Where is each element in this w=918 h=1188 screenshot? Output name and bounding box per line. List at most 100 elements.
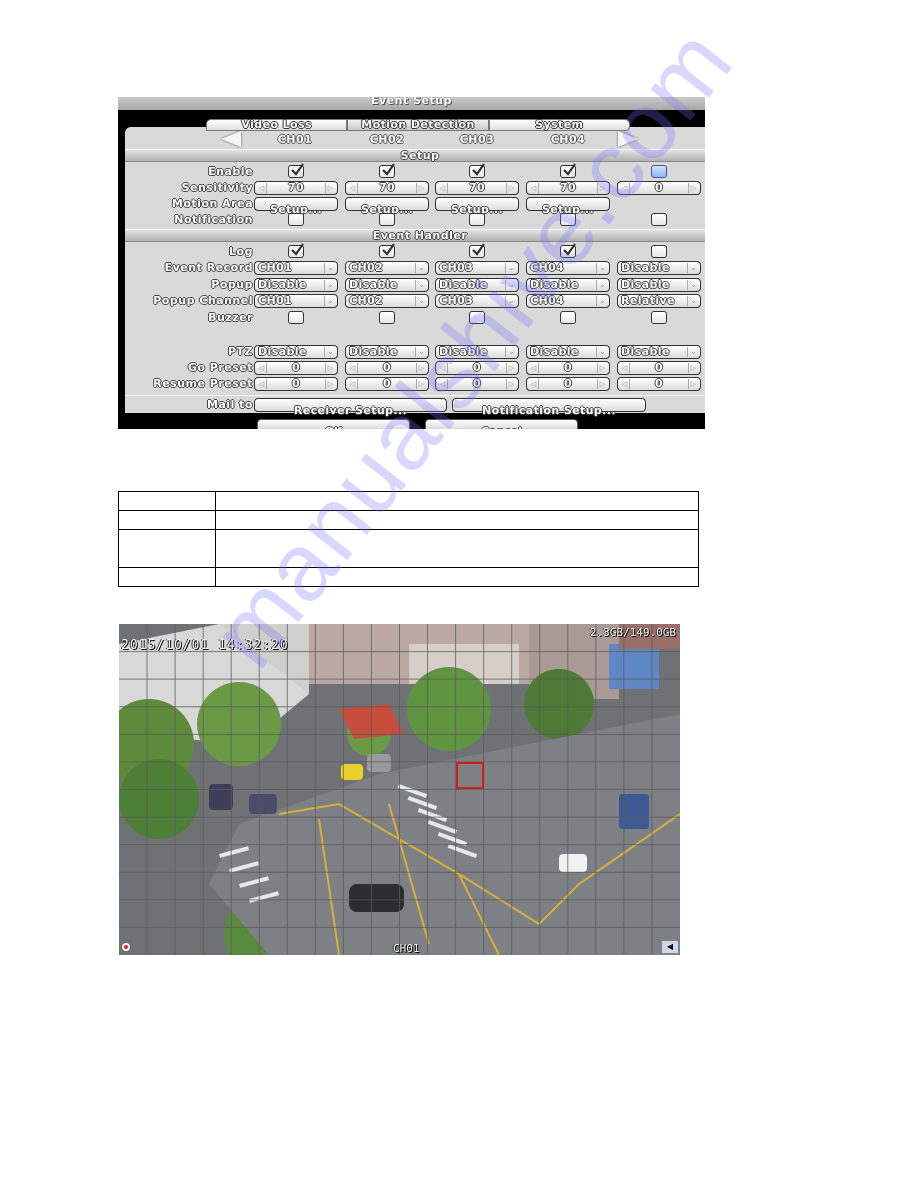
- decrement-arrow-icon[interactable]: ◁: [438, 183, 448, 193]
- motion-area-setup-button[interactable]: Setup...: [254, 197, 338, 216]
- notification-setup-button[interactable]: Notification Setup...: [452, 398, 646, 417]
- ok-button[interactable]: OK: [257, 419, 410, 429]
- tab-system[interactable]: System: [488, 119, 630, 131]
- decrement-arrow-icon[interactable]: ◁: [620, 379, 630, 389]
- enable-checkbox[interactable]: [651, 165, 667, 178]
- notification-checkbox[interactable]: [288, 213, 304, 226]
- go-preset-spinner[interactable]: ◁ 0 ▷: [345, 361, 429, 375]
- event-record-dropdown[interactable]: Disable ⌄: [617, 261, 701, 275]
- resume-preset-spinner[interactable]: ◁ 0 ▷: [345, 377, 429, 391]
- popup-channel-dropdown[interactable]: CH01 ⌄: [254, 294, 338, 308]
- decrement-arrow-icon[interactable]: ◁: [257, 183, 267, 193]
- increment-arrow-icon[interactable]: ▷: [688, 363, 698, 373]
- decrement-arrow-icon[interactable]: ◁: [620, 183, 630, 193]
- increment-arrow-icon[interactable]: ▷: [597, 379, 607, 389]
- buzzer-checkbox[interactable]: [560, 311, 576, 324]
- notification-checkbox[interactable]: [379, 213, 395, 226]
- notification-checkbox[interactable]: [651, 213, 667, 226]
- popup-channel-dropdown[interactable]: CH04 ⌄: [526, 294, 610, 308]
- go-preset-spinner[interactable]: ◁ 0 ▷: [526, 361, 610, 375]
- increment-arrow-icon[interactable]: ▷: [597, 363, 607, 373]
- increment-arrow-icon[interactable]: ▷: [506, 363, 516, 373]
- resume-preset-spinner[interactable]: ◁ 0 ▷: [435, 377, 519, 391]
- sensitivity-spinner[interactable]: ◁ 70 ▷: [254, 181, 338, 195]
- increment-arrow-icon[interactable]: ▷: [325, 363, 335, 373]
- decrement-arrow-icon[interactable]: ◁: [529, 363, 539, 373]
- collapse-arrow-icon[interactable]: ◀: [662, 941, 678, 953]
- popup-dropdown[interactable]: Disable ⌄: [526, 278, 610, 292]
- increment-arrow-icon[interactable]: ▷: [688, 183, 698, 193]
- event-record-dropdown[interactable]: CH02 ⌄: [345, 261, 429, 275]
- enable-checkbox[interactable]: [288, 163, 304, 178]
- increment-arrow-icon[interactable]: ▷: [506, 183, 516, 193]
- buzzer-checkbox[interactable]: [288, 311, 304, 324]
- decrement-arrow-icon[interactable]: ◁: [257, 379, 267, 389]
- increment-arrow-icon[interactable]: ▷: [325, 379, 335, 389]
- decrement-arrow-icon[interactable]: ◁: [529, 183, 539, 193]
- resume-preset-spinner[interactable]: ◁ 0 ▷: [526, 377, 610, 391]
- decrement-arrow-icon[interactable]: ◁: [438, 379, 448, 389]
- ptz-dropdown[interactable]: Disable ⌄: [254, 345, 338, 359]
- decrement-arrow-icon[interactable]: ◁: [257, 363, 267, 373]
- decrement-arrow-icon[interactable]: ◁: [348, 379, 358, 389]
- log-checkbox[interactable]: [469, 243, 485, 258]
- increment-arrow-icon[interactable]: ▷: [416, 379, 426, 389]
- log-checkbox[interactable]: [560, 243, 576, 258]
- log-checkbox[interactable]: [379, 243, 395, 258]
- motion-area-selection[interactable]: [455, 761, 484, 790]
- buzzer-checkbox[interactable]: [379, 311, 395, 324]
- enable-checkbox[interactable]: [560, 163, 576, 178]
- tab-video-loss[interactable]: Video Loss: [206, 119, 348, 131]
- sensitivity-spinner[interactable]: ◁ 70 ▷: [435, 181, 519, 195]
- decrement-arrow-icon[interactable]: ◁: [529, 379, 539, 389]
- event-record-dropdown[interactable]: CH03 ⌄: [435, 261, 519, 275]
- resume-preset-spinner[interactable]: ◁ 0 ▷: [617, 377, 701, 391]
- popup-dropdown[interactable]: Disable ⌄: [435, 278, 519, 292]
- decrement-arrow-icon[interactable]: ◁: [348, 363, 358, 373]
- popup-channel-dropdown[interactable]: CH02 ⌄: [345, 294, 429, 308]
- popup-channel-dropdown[interactable]: Relative ⌄: [617, 294, 701, 308]
- cancel-button[interactable]: Cancel: [425, 419, 578, 429]
- popup-dropdown[interactable]: Disable ⌄: [617, 278, 701, 292]
- enable-checkbox[interactable]: [469, 163, 485, 178]
- sensitivity-spinner[interactable]: ◁ 70 ▷: [526, 181, 610, 195]
- notification-checkbox[interactable]: [560, 213, 576, 226]
- increment-arrow-icon[interactable]: ▷: [325, 183, 335, 193]
- increment-arrow-icon[interactable]: ▷: [506, 379, 516, 389]
- popup-dropdown[interactable]: Disable ⌄: [345, 278, 429, 292]
- decrement-arrow-icon[interactable]: ◁: [438, 363, 448, 373]
- tab-motion-detection[interactable]: Motion Detection: [347, 119, 489, 131]
- buzzer-checkbox[interactable]: [651, 311, 667, 324]
- sensitivity-spinner[interactable]: ◁ 70 ▷: [345, 181, 429, 195]
- go-preset-spinner[interactable]: ◁ 0 ▷: [435, 361, 519, 375]
- event-record-dropdown[interactable]: CH04 ⌄: [526, 261, 610, 275]
- enable-checkbox[interactable]: [379, 163, 395, 178]
- increment-arrow-icon[interactable]: ▷: [597, 183, 607, 193]
- popup-channel-dropdown[interactable]: CH03 ⌄: [435, 294, 519, 308]
- ptz-dropdown[interactable]: Disable ⌄: [435, 345, 519, 359]
- decrement-arrow-icon[interactable]: ◁: [620, 363, 630, 373]
- motion-grid[interactable]: [119, 624, 680, 955]
- decrement-arrow-icon[interactable]: ◁: [348, 183, 358, 193]
- receiver-setup-button[interactable]: Receiver Setup...: [254, 398, 447, 417]
- go-preset-spinner[interactable]: ◁ 0 ▷: [254, 361, 338, 375]
- motion-area-setup-button[interactable]: Setup...: [435, 197, 519, 216]
- next-channel-arrow-icon[interactable]: [618, 131, 638, 147]
- increment-arrow-icon[interactable]: ▷: [416, 363, 426, 373]
- event-record-dropdown[interactable]: CH01 ⌄: [254, 261, 338, 275]
- sensitivity-spinner[interactable]: ◁ 0 ▷: [617, 181, 701, 195]
- log-checkbox[interactable]: [288, 243, 304, 258]
- motion-area-setup-button[interactable]: Setup...: [526, 197, 610, 216]
- resume-preset-spinner[interactable]: ◁ 0 ▷: [254, 377, 338, 391]
- increment-arrow-icon[interactable]: ▷: [688, 379, 698, 389]
- increment-arrow-icon[interactable]: ▷: [416, 183, 426, 193]
- ptz-dropdown[interactable]: Disable ⌄: [526, 345, 610, 359]
- ptz-dropdown[interactable]: Disable ⌄: [345, 345, 429, 359]
- popup-dropdown[interactable]: Disable ⌄: [254, 278, 338, 292]
- prev-channel-arrow-icon[interactable]: [221, 131, 241, 147]
- go-preset-spinner[interactable]: ◁ 0 ▷: [617, 361, 701, 375]
- buzzer-checkbox[interactable]: [469, 311, 485, 324]
- camera-view[interactable]: 2015/10/01 14:32:20 2.3GB/149.0GB CH01 ◀: [119, 624, 680, 955]
- ptz-dropdown[interactable]: Disable ⌄: [617, 345, 701, 359]
- notification-checkbox[interactable]: [469, 213, 485, 226]
